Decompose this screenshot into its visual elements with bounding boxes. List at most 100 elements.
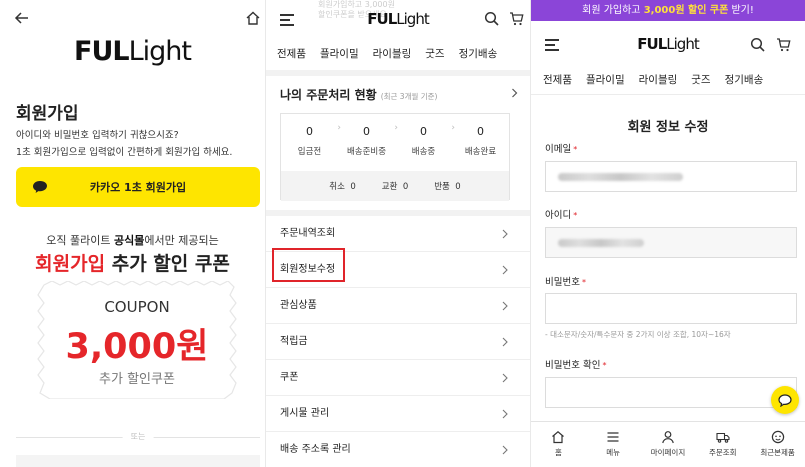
nav-item-living[interactable]: 라이블링: [639, 72, 678, 87]
section-divider: [531, 94, 805, 95]
edit-profile-highlight-box: [272, 248, 345, 282]
nav-item-flymeal[interactable]: 플라이밀: [320, 46, 359, 61]
order-status-title[interactable]: 나의 주문처리 현황 (최근 3개월 기준): [280, 86, 437, 103]
home-icon[interactable]: [245, 10, 261, 26]
bottom-nav-home[interactable]: 홈: [531, 422, 586, 467]
cancel-stat[interactable]: 취소 0: [329, 180, 355, 192]
menu-item-posts[interactable]: 게시물 관리: [266, 396, 530, 432]
nav-item-flymeal[interactable]: 플라이밀: [586, 72, 625, 87]
field-label-text: 비밀번호 확인: [545, 360, 601, 371]
chevron-right-icon: [502, 229, 508, 239]
edit-profile-screen: 회원 가입하고 3,000원 할인 쿠폰 받기! FULLight 전제품 플라이…: [531, 0, 805, 467]
password-field[interactable]: [545, 293, 797, 324]
order-step-preparing[interactable]: 0 배송준비중 ›: [338, 114, 398, 171]
order-status-box: 0 입금전 › 0 배송준비중 › 0 배송중 › 0 배송완료 취소 0 교환…: [280, 113, 510, 201]
order-step-pending-payment[interactable]: 0 입금전 ›: [281, 114, 341, 171]
password-confirm-field[interactable]: [545, 377, 797, 408]
email-field[interactable]: [545, 161, 797, 192]
nav-item-all[interactable]: 전제품: [277, 46, 306, 61]
field-label-text: 비밀번호: [545, 277, 580, 288]
field-label-text: 이메일: [545, 144, 572, 155]
bottom-nav-menu[interactable]: 메뉴: [586, 422, 641, 467]
kakao-signup-button[interactable]: 카카오 1초 회원가입: [16, 167, 260, 207]
order-step-shipping[interactable]: 0 배송중 ›: [395, 114, 455, 171]
menu-item-label: 적립금: [280, 336, 308, 347]
step-count: 0: [477, 125, 484, 138]
menu-item-label: 주문내역조회: [280, 228, 336, 239]
bottom-nav-label: 메뉴: [606, 448, 621, 457]
blurred-email-value: [558, 173, 683, 181]
order-status-period: (최근 3개월 기준): [380, 92, 438, 101]
bottom-nav-order-lookup[interactable]: 주문조회: [695, 422, 750, 467]
search-icon[interactable]: [484, 11, 499, 26]
or-divider-text: 또는: [122, 431, 154, 442]
chat-bubble-icon: [33, 181, 47, 193]
chat-button[interactable]: [771, 386, 799, 414]
category-nav: 전제품 플라이밀 라이블링 굿즈 정기배송: [277, 46, 511, 61]
bottom-nav-recent[interactable]: 최근본제품: [750, 422, 805, 467]
bottom-nav-label: 최근본제품: [760, 448, 795, 457]
stat-count: 0: [350, 182, 356, 192]
required-mark: *: [573, 211, 578, 220]
bottom-nav-mypage[interactable]: 마이페이지: [641, 422, 696, 467]
logo-bold-text: FUL: [637, 35, 667, 53]
exchange-stat[interactable]: 교환 0: [382, 180, 408, 192]
menu-item-label: 게시물 관리: [280, 408, 330, 419]
search-icon[interactable]: [750, 37, 765, 52]
user-id-label: 아이디 *: [545, 207, 577, 221]
required-mark: *: [581, 278, 586, 287]
faint-banner-line-1: 회원가입하고 3,000원: [318, 0, 395, 9]
menu-item-address-book[interactable]: 배송 주소록 관리: [266, 432, 530, 467]
nav-item-living[interactable]: 라이블링: [373, 46, 412, 61]
nav-item-subscription[interactable]: 정기배송: [459, 46, 498, 61]
chevron-right-icon[interactable]: [511, 88, 518, 98]
form-title: 회원 정보 수정: [627, 120, 709, 135]
coupon-card: COUPON 3,000원 추가 할인쿠폰: [36, 281, 238, 399]
stat-label: 교환: [381, 182, 398, 192]
nav-item-subscription[interactable]: 정기배송: [725, 72, 764, 87]
section-divider: [266, 70, 530, 76]
chevron-right-icon: [502, 445, 508, 455]
menu-item-order-history[interactable]: 주문내역조회: [266, 216, 530, 252]
cart-icon[interactable]: [509, 11, 524, 26]
nav-item-goods[interactable]: 굿즈: [691, 72, 710, 87]
top-bar: [0, 8, 265, 30]
step-count: 0: [420, 125, 427, 138]
menu-item-label: 쿠폰: [280, 372, 299, 383]
stat-label: 반품: [434, 182, 450, 192]
back-arrow-icon[interactable]: [14, 10, 30, 26]
user-icon: [662, 431, 674, 444]
mypage-screen: 회원가입하고 3,000원 할인쿠폰을 받으세요 FULLight 전제품 플라이…: [266, 0, 530, 467]
step-label: 배송완료: [464, 147, 497, 157]
bottom-nav-label: 주문조회: [708, 448, 737, 457]
required-mark: *: [602, 361, 607, 370]
recent-view-icon: [771, 430, 784, 444]
logo-light-text: Light: [396, 10, 429, 28]
nav-item-all[interactable]: 전제품: [543, 72, 572, 87]
chevron-right-icon: [502, 265, 508, 275]
step-count: 0: [306, 125, 313, 138]
return-stat[interactable]: 반품 0: [434, 180, 460, 192]
cart-icon[interactable]: [776, 37, 791, 52]
chevron-right-icon: [502, 337, 508, 347]
brand-logo[interactable]: FULLight: [0, 36, 265, 67]
password-hint: - 대소문자/숫자/특수문자 중 2가지 이상 조합, 10자~16자: [545, 330, 731, 339]
step-label: 배송준비중: [346, 147, 387, 157]
coupon-amount: 3,000원: [65, 327, 209, 367]
logo-light-text: Light: [666, 35, 699, 53]
menu-item-label: 배송 주소록 관리: [280, 444, 351, 455]
order-step-delivered[interactable]: 0 배송완료: [452, 114, 509, 171]
chevron-right-icon: [502, 373, 508, 383]
truck-icon: [716, 432, 730, 443]
promo-subtitle: 오직 풀라이트 공식몰에서만 제공되는: [0, 232, 265, 248]
promo-banner-bold: 3,000원 할인 쿠폰: [643, 5, 729, 16]
signup-promo-banner[interactable]: 회원 가입하고 3,000원 할인 쿠폰 받기!: [531, 0, 805, 21]
menu-item-points[interactable]: 적립금: [266, 324, 530, 360]
nav-item-goods[interactable]: 굿즈: [425, 46, 444, 61]
category-nav: 전제품 플라이밀 라이블링 굿즈 정기배송: [543, 72, 777, 87]
promo-headline-rest: 추가 할인 쿠폰: [105, 253, 230, 275]
menu-item-wishlist[interactable]: 관심상품: [266, 288, 530, 324]
step-label: 배송중: [411, 147, 436, 157]
user-id-field[interactable]: [545, 227, 797, 258]
menu-item-coupons[interactable]: 쿠폰: [266, 360, 530, 396]
